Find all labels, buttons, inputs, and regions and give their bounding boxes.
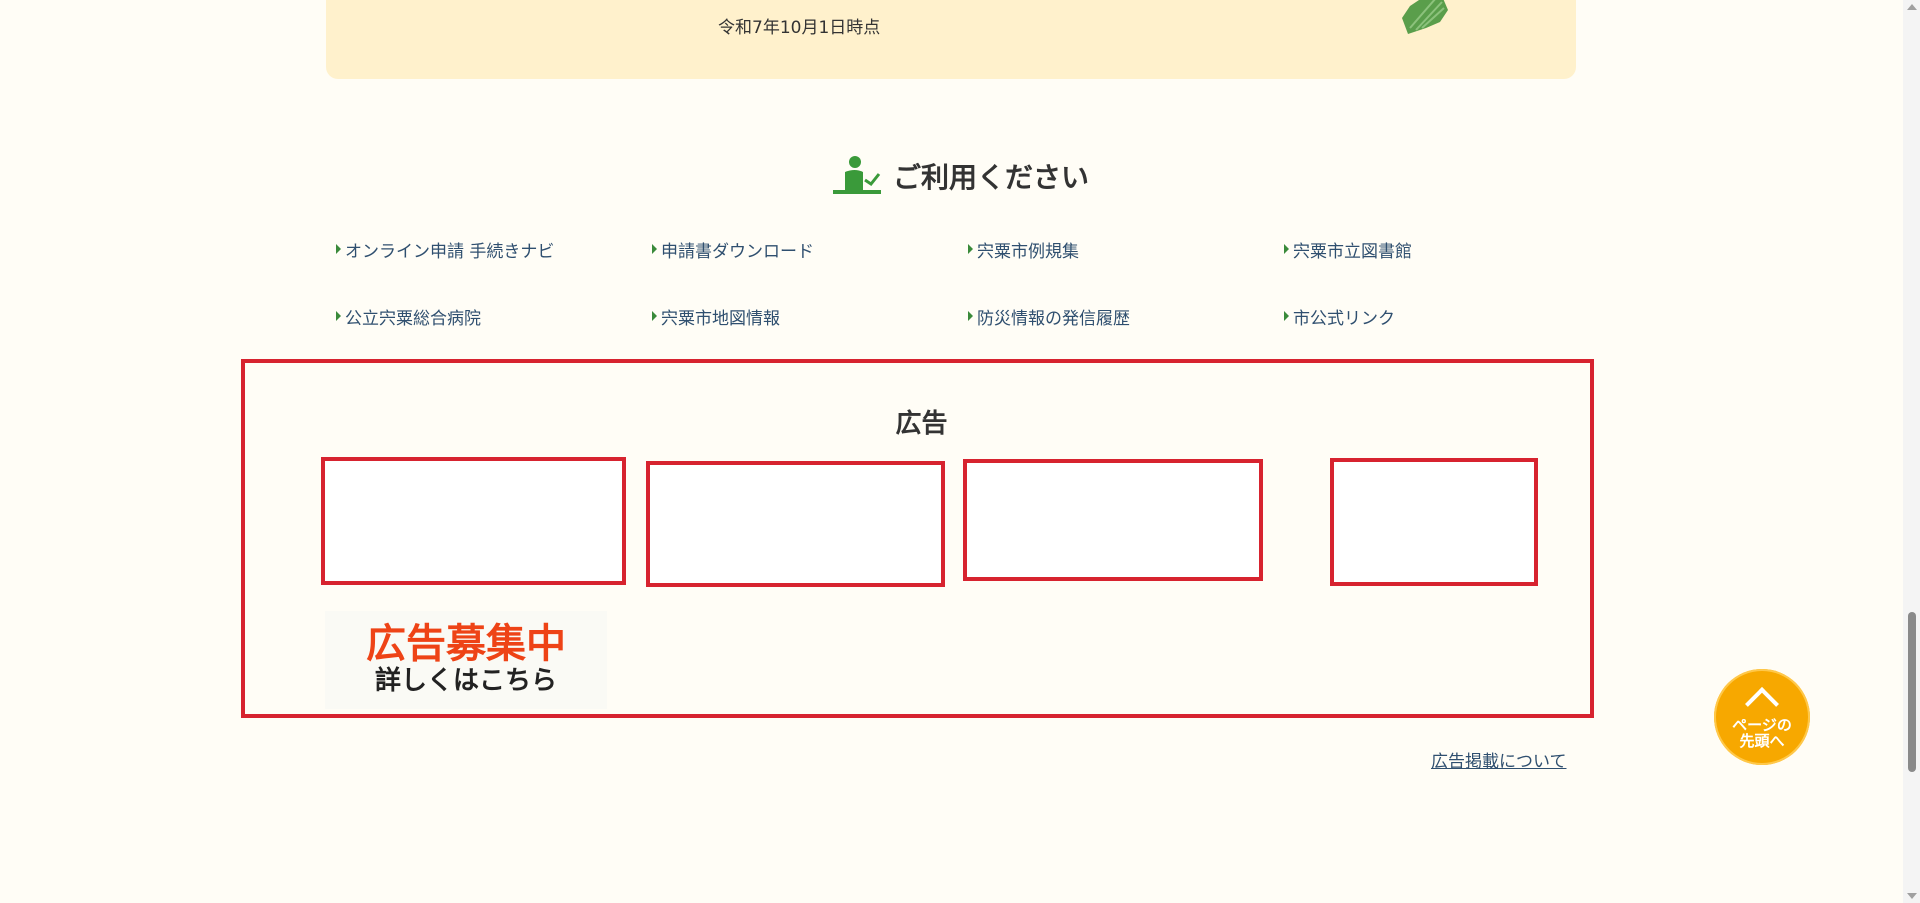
scroll-down-arrow-icon[interactable] [1907,893,1917,899]
use-section-title: ご利用ください [892,161,1089,194]
ad-recruit-sub: 詳しくはこちら [374,666,557,697]
arrow-right-icon [1284,311,1289,321]
link-form-download[interactable]: 申請書ダウンロード [652,237,968,262]
link-label: 申請書ダウンロード [661,241,814,262]
ad-about-link[interactable]: 広告掲載について [1431,747,1567,772]
link-label: 市公式リンク [1293,308,1395,329]
link-label: 公立宍粟総合病院 [345,308,481,329]
population-date: 令和7年10月1日時点 [718,18,881,38]
arrow-right-icon [652,311,657,321]
city-map-icon [1402,0,1448,34]
scrollbar[interactable] [1903,0,1920,903]
ad-slot-3[interactable] [963,459,1263,581]
page: 令和7年10月1日時点 ご利用ください オンライン申請 手続きナビ 申請書ダウン… [0,0,1920,903]
arrow-right-icon [1284,244,1289,254]
ads-title: 広告 [895,409,948,439]
ads-section: 広告 広告募集中 詳しくはこちら [241,359,1594,718]
back-to-top-label: ページの先頭へ [1732,716,1792,750]
link-city-library[interactable]: 宍粟市立図書館 [1284,237,1584,262]
link-online-application[interactable]: オンライン申請 手続きナビ [336,237,652,262]
ad-slot-4[interactable] [1330,458,1538,586]
arrow-right-icon [968,311,973,321]
back-to-top-button[interactable]: ページの先頭へ [1714,669,1810,765]
link-label: 宍粟市地図情報 [661,308,780,329]
link-city-regulations[interactable]: 宍粟市例規集 [968,237,1284,262]
ad-slot-2[interactable] [646,461,945,587]
scrollbar-thumb[interactable] [1908,612,1916,772]
use-links-grid: オンライン申請 手続きナビ 申請書ダウンロード 宍粟市例規集 宍粟市立図書館 公… [336,237,1586,329]
link-label: オンライン申請 手続きナビ [345,241,555,262]
ad-recruit-main: 広告募集中 [366,621,566,668]
population-card: 令和7年10月1日時点 [326,0,1576,79]
ad-recruit-banner[interactable]: 広告募集中 詳しくはこちら [325,611,607,709]
link-label: 防災情報の発信履歴 [977,308,1130,329]
arrow-right-icon [652,244,657,254]
link-label: 宍粟市立図書館 [1293,241,1412,262]
link-general-hospital[interactable]: 公立宍粟総合病院 [336,304,652,329]
use-section-heading: ご利用ください [0,154,1920,198]
link-disaster-history[interactable]: 防災情報の発信履歴 [968,304,1284,329]
link-map-info[interactable]: 宍粟市地図情報 [652,304,968,329]
ad-slot-1[interactable] [321,457,626,585]
scroll-up-arrow-icon[interactable] [1907,4,1917,10]
link-label: 宍粟市例規集 [977,241,1079,262]
arrow-right-icon [336,244,341,254]
person-at-desk-icon [832,156,881,194]
arrow-right-icon [968,244,973,254]
arrow-right-icon [336,311,341,321]
link-official-links[interactable]: 市公式リンク [1284,304,1584,329]
